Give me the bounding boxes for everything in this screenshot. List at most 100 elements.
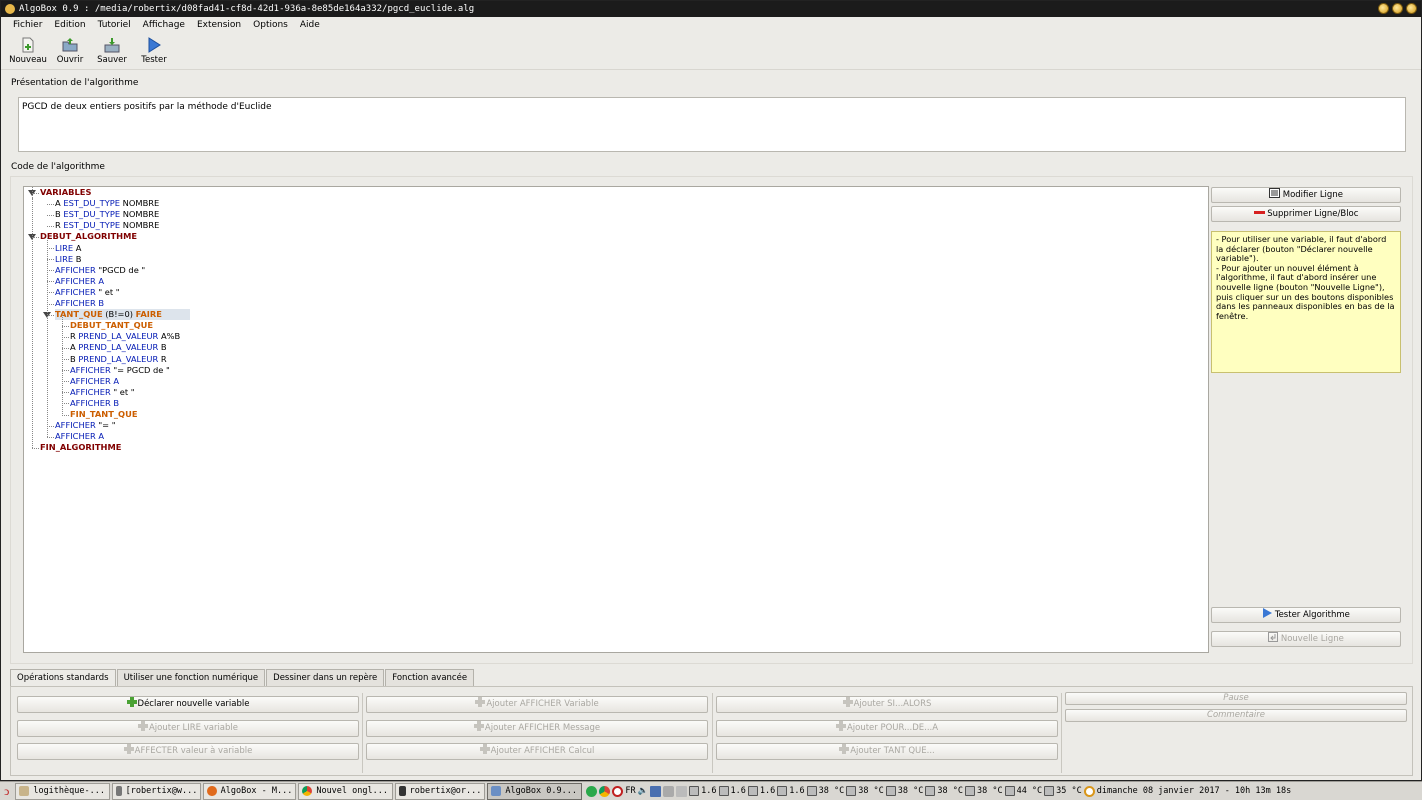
tree-line-lire-a[interactable]: LIRE A [55,243,81,254]
new-line-button[interactable]: Nouvelle Ligne [1211,631,1401,647]
tree-line-fin-algorithme[interactable]: FIN_ALGORITHME [40,442,121,453]
tab-operations-standards[interactable]: Opérations standards [10,669,116,687]
code-token: AFFICHER [55,275,96,286]
network-icon[interactable] [650,785,662,797]
tree-line-afficher-egal-pgcd-de[interactable]: AFFICHER "= PGCD de " [70,365,170,376]
add-if-button[interactable]: Ajouter SI...ALORS [716,696,1058,713]
battery-icon[interactable] [676,785,688,797]
open-button[interactable]: Ouvrir [49,34,91,69]
cpu-value: 1.6 [759,786,776,796]
code-token: AFFICHER [70,375,111,386]
tree-line-variables-node[interactable]: VARIABLES [40,187,91,198]
algorithm-tree[interactable]: VARIABLES A EST_DU_TYPE NOMBRE B EST_DU_TY… [23,186,1209,653]
tree-line-debut-tant-que[interactable]: DEBUT_TANT_QUE [70,320,153,331]
maximize-button[interactable] [1392,3,1403,14]
status-icon[interactable] [586,785,598,797]
save-button[interactable]: Sauver [91,34,133,69]
tree-line-afficher-a-final[interactable]: AFFICHER A [55,431,104,442]
add-show-variable-label: Ajouter AFFICHER Variable [486,699,599,709]
presentation-textarea[interactable]: PGCD de deux entiers positifs par la mét… [18,97,1406,152]
tree-line-afficher-a-loop[interactable]: AFFICHER A [70,376,119,387]
modify-line-label: Modifier Ligne [1282,190,1343,200]
new-button[interactable]: Nouveau [7,34,49,69]
firefox-icon [207,786,217,796]
tree-line-r-prend-valeur[interactable]: R PREND_LA_VALEUR A%B [70,331,180,342]
tree-line-afficher-b-loop[interactable]: AFFICHER B [70,398,119,409]
printer-icon[interactable] [663,785,675,797]
tab-fonction-numerique[interactable]: Utiliser une fonction numérique [116,669,266,686]
temperature-icon [1044,786,1055,796]
add-while-button[interactable]: Ajouter TANT QUE... [716,743,1058,760]
menu-options[interactable]: Options [247,17,294,33]
temperature-value: 38 °C [937,786,963,796]
tree-line-debut-algorithme[interactable]: DEBUT_ALGORITHME [40,231,137,242]
tree-line-afficher-a[interactable]: AFFICHER A [55,276,104,287]
menu-aide[interactable]: Aide [294,17,326,33]
keyboard-layout[interactable]: FR [625,786,635,796]
menu-extension[interactable]: Extension [191,17,247,33]
help-line: - Pour utiliser une variable, il faut d'… [1216,234,1387,264]
code-token: " et " [95,286,120,297]
search-icon[interactable] [1083,785,1095,797]
debian-swirl-icon[interactable]: ↄ [4,784,9,799]
code-label: Code de l'algorithme [11,162,105,172]
minimize-button[interactable] [1378,3,1389,14]
help-panel: - Pour utiliser une variable, il faut d'… [1211,231,1401,373]
code-token: NOMBRE [120,220,160,231]
assign-button[interactable]: AFFECTER valeur à variable [17,743,359,760]
delete-line-button[interactable]: Supprimer Ligne/Bloc [1211,206,1401,222]
test-button[interactable]: Tester [133,34,175,69]
tree-line-afficher-pgcd-de[interactable]: AFFICHER "PGCD de " [55,265,145,276]
tree-line-var-b[interactable]: B EST_DU_TYPE NOMBRE [55,209,159,220]
task-terminal-2[interactable]: robertix@or... [395,782,486,800]
comment-button[interactable]: Commentaire [1065,709,1407,722]
menu-edition[interactable]: Edition [48,17,91,33]
tree-line-afficher-et[interactable]: AFFICHER " et " [55,287,120,298]
task-label: [robertix@w... [125,785,198,796]
alarm-clock-icon[interactable] [612,785,624,797]
task-chrome[interactable]: Nouvel ongl... [298,782,394,800]
tree-line-afficher-et-loop[interactable]: AFFICHER " et " [70,387,135,398]
test-algorithm-button[interactable]: Tester Algorithme [1211,607,1401,623]
tree-connector [62,392,69,394]
add-show-variable-button[interactable]: Ajouter AFFICHER Variable [366,696,708,713]
play-icon [1263,608,1273,618]
pause-button[interactable]: Pause [1065,692,1407,705]
declare-variable-button[interactable]: Déclarer nouvelle variable [17,696,359,713]
test-label: Tester [141,55,167,65]
task-firefox[interactable]: AlgoBox - M... [203,782,297,800]
add-show-message-button[interactable]: Ajouter AFFICHER Message [366,720,708,737]
clock[interactable]: dimanche 08 janvier 2017 - 10h 13m 18s [1097,786,1291,796]
add-for-button[interactable]: Ajouter POUR...DE...A [716,720,1058,737]
code-token: A [98,275,105,286]
task-algobox[interactable]: AlgoBox 0.9... [487,782,583,800]
tree-line-var-r[interactable]: R EST_DU_TYPE NOMBRE [55,220,159,231]
tree-line-var-a[interactable]: A EST_DU_TYPE NOMBRE [55,198,159,209]
tab-fonction-avancee[interactable]: Fonction avancée [385,669,475,686]
chrome-icon[interactable] [599,785,611,797]
tab-dessiner-repere[interactable]: Dessiner dans un repère [266,669,385,686]
tree-line-afficher-egal[interactable]: AFFICHER "= " [55,420,116,431]
add-read-button[interactable]: Ajouter LIRE variable [17,720,359,737]
menu-fichier[interactable]: Fichier [7,17,48,33]
tree-line-afficher-b[interactable]: AFFICHER B [55,298,104,309]
code-token: B [113,397,120,408]
add-show-calc-button[interactable]: Ajouter AFFICHER Calcul [366,743,708,760]
temperature-icon [1004,786,1015,796]
modify-line-button[interactable]: Modifier Ligne [1211,187,1401,203]
tree-line-b-prend-valeur[interactable]: B PREND_LA_VALEUR R [70,354,167,365]
tree-line-a-prend-valeur[interactable]: A PREND_LA_VALEUR B [70,342,167,353]
menu-affichage[interactable]: Affichage [137,17,191,33]
tree-line-fin-tant-que[interactable]: FIN_TANT_QUE [70,409,138,420]
volume-icon[interactable]: 🔈 [638,786,649,796]
menu-tutoriel[interactable]: Tutoriel [92,17,137,33]
task-logitheque[interactable]: logithèque-... [15,782,111,800]
code-token: AFFICHER [70,397,111,408]
task-terminal-1[interactable]: [robertix@w... [112,782,202,800]
close-button[interactable] [1406,3,1417,14]
tree-line-tant-que-node[interactable]: TANT_QUE (B!=0) FAIRE [55,309,190,321]
temperature-icon [925,786,936,796]
tree-line-lire-b[interactable]: LIRE B [55,254,81,265]
tree-connector [47,259,54,261]
tree-connector [62,370,69,372]
